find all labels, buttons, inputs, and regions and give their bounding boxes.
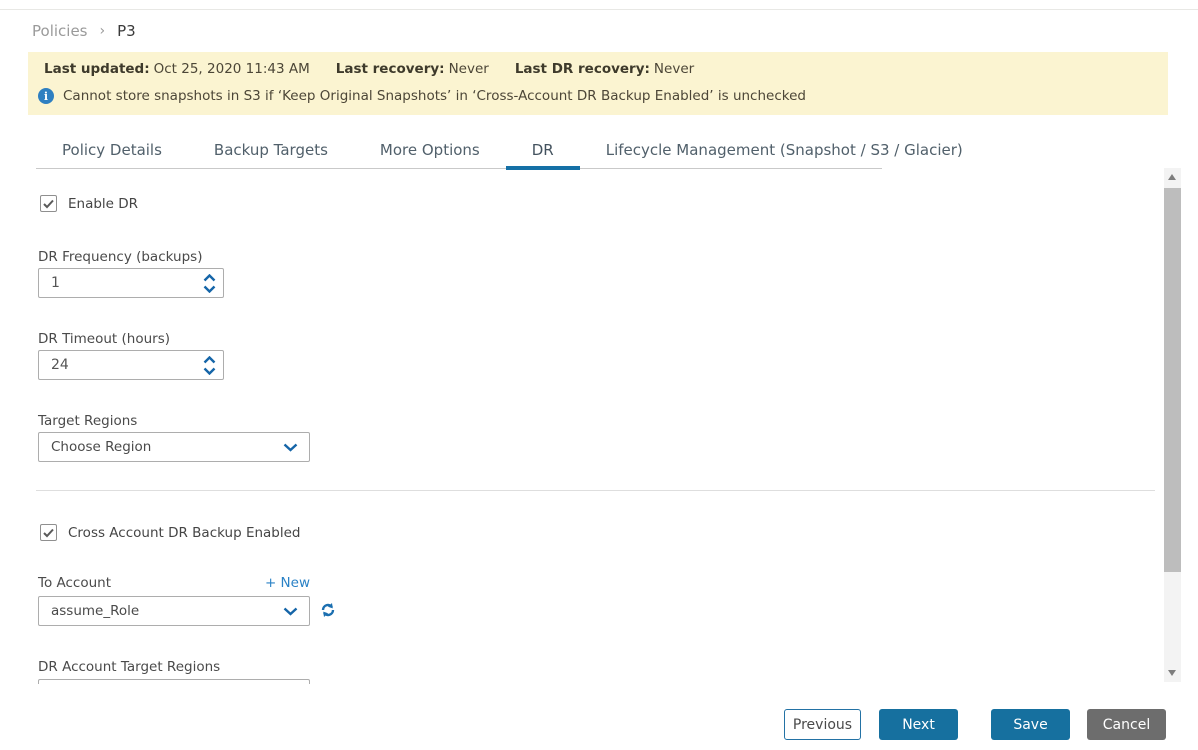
to-account-row: To Account + New: [38, 575, 310, 591]
checkbox-checked-icon[interactable]: [40, 524, 57, 541]
cross-account-dr-checkbox[interactable]: Cross Account DR Backup Enabled: [40, 524, 301, 541]
target-regions-select[interactable]: Choose Region: [38, 432, 310, 462]
dr-timeout-stepper[interactable]: [195, 355, 223, 375]
last-updated: Last updated: Oct 25, 2020 11:43 AM: [44, 61, 310, 77]
tab-policy-details[interactable]: Policy Details: [36, 136, 188, 168]
target-regions-value: Choose Region: [51, 439, 152, 455]
next-button[interactable]: Next: [879, 709, 958, 740]
dr-frequency-label: DR Frequency (backups): [38, 249, 203, 265]
last-dr-recovery-value: Never: [653, 61, 695, 77]
dr-frequency-input[interactable]: [39, 275, 195, 291]
tab-lifecycle-management[interactable]: Lifecycle Management (Snapshot / S3 / Gl…: [580, 136, 989, 168]
tab-backup-targets[interactable]: Backup Targets: [188, 136, 354, 168]
save-button[interactable]: Save: [991, 709, 1070, 740]
breadcrumb: Policies › P3: [32, 22, 136, 40]
breadcrumb-policies-link[interactable]: Policies: [32, 22, 87, 40]
dr-tab-content: Enable DR DR Frequency (backups) DR Time…: [0, 168, 1198, 684]
dr-account-target-regions-label: DR Account Target Regions: [38, 659, 221, 675]
scroll-down-arrow-icon[interactable]: [1168, 670, 1176, 676]
chevron-down-icon: [203, 367, 215, 375]
to-account-value: assume_Role: [51, 603, 140, 619]
enable-dr-checkbox[interactable]: Enable DR: [40, 195, 138, 212]
tab-dr[interactable]: DR: [505, 136, 580, 170]
scroll-up-arrow-icon[interactable]: [1168, 174, 1176, 180]
dr-timeout-field: [38, 350, 224, 380]
last-updated-value: Oct 25, 2020 11:43 AM: [153, 61, 310, 77]
last-recovery: Last recovery: Never: [336, 61, 489, 77]
top-divider: [0, 9, 1198, 10]
last-dr-recovery: Last DR recovery: Never: [515, 61, 694, 77]
dr-timeout-input[interactable]: [39, 357, 195, 373]
dr-frequency-field: [38, 268, 224, 298]
scrollbar-thumb[interactable]: [1164, 188, 1181, 572]
policy-tabs: Policy Details Backup Targets More Optio…: [36, 136, 963, 170]
to-account-select[interactable]: assume_Role: [38, 596, 310, 626]
banner-status-row: Last updated: Oct 25, 2020 11:43 AM Last …: [44, 61, 694, 77]
refresh-icon[interactable]: [320, 602, 336, 618]
banner-info-text: Cannot store snapshots in S3 if ‘Keep Or…: [63, 88, 806, 104]
status-banner: Last updated: Oct 25, 2020 11:43 AM Last …: [28, 52, 1168, 115]
banner-info-row: i Cannot store snapshots in S3 if ‘Keep …: [38, 88, 806, 104]
chevron-right-icon: ›: [99, 23, 106, 39]
last-recovery-label: Last recovery:: [335, 61, 445, 77]
chevron-up-icon: [203, 273, 215, 281]
cross-account-dr-label: Cross Account DR Backup Enabled: [68, 524, 301, 541]
info-icon: i: [38, 88, 54, 104]
dr-timeout-label: DR Timeout (hours): [38, 331, 170, 347]
tab-more-options[interactable]: More Options: [354, 136, 506, 168]
breadcrumb-current-policy: P3: [117, 22, 136, 40]
section-divider: [36, 490, 1155, 491]
target-regions-label: Target Regions: [38, 413, 138, 429]
enable-dr-label: Enable DR: [68, 195, 139, 212]
last-dr-recovery-label: Last DR recovery:: [514, 61, 650, 77]
dr-frequency-stepper[interactable]: [195, 273, 223, 293]
chevron-down-icon: [283, 607, 298, 616]
to-account-label: To Account: [38, 575, 112, 591]
previous-button[interactable]: Previous: [784, 709, 861, 740]
chevron-up-icon: [203, 355, 215, 363]
cancel-button[interactable]: Cancel: [1087, 709, 1166, 740]
dr-account-target-regions-select[interactable]: [38, 679, 310, 684]
last-updated-label: Last updated:: [44, 61, 150, 77]
new-account-link[interactable]: + New: [265, 575, 310, 591]
checkbox-checked-icon[interactable]: [40, 195, 57, 212]
chevron-down-icon: [203, 285, 215, 293]
chevron-down-icon: [283, 443, 298, 452]
footer-actions: Previous Next Save Cancel: [784, 709, 1166, 740]
vertical-scrollbar[interactable]: [1164, 168, 1181, 682]
last-recovery-value: Never: [448, 61, 489, 77]
